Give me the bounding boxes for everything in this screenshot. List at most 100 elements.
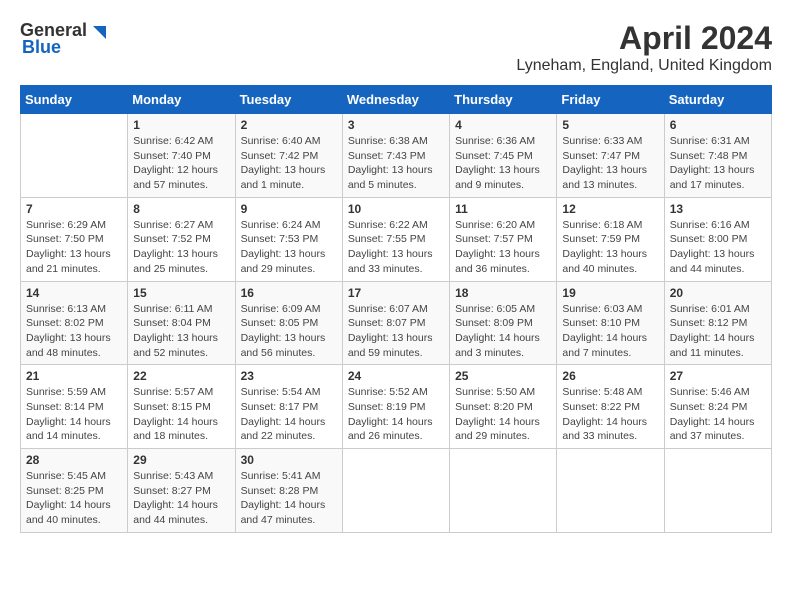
- day-number: 14: [26, 286, 122, 300]
- calendar-day-cell: 8 Sunrise: 6:27 AM Sunset: 7:52 PM Daylig…: [128, 197, 235, 281]
- calendar-day-cell: 25Sunrise: 5:50 AM Sunset: 8:20 PM Dayli…: [450, 365, 557, 449]
- calendar-week-row: 21 Sunrise: 5:59 AM Sunset: 8:14 PM Dayli…: [21, 365, 772, 449]
- day-number: 22: [133, 369, 229, 383]
- calendar-day-cell: 9 Sunrise: 6:24 AM Sunset: 7:53 PM Daylig…: [235, 197, 342, 281]
- day-number: 28: [26, 453, 122, 467]
- calendar-day-cell: [21, 114, 128, 198]
- title-area: April 2024 Lyneham, England, United King…: [516, 20, 772, 75]
- day-info: Sunrise: 6:20 AM Sunset: 7:57 PM Dayligh…: [455, 218, 551, 277]
- day-number: 7: [26, 202, 122, 216]
- calendar-day-cell: 18 Sunrise: 6:05 AM Sunset: 8:09 PM Dayli…: [450, 281, 557, 365]
- location-title: Lyneham, England, United Kingdom: [516, 57, 772, 75]
- calendar-day-cell: 20Sunrise: 6:01 AM Sunset: 8:12 PM Dayli…: [664, 281, 771, 365]
- calendar-day-cell: 28 Sunrise: 5:45 AM Sunset: 8:25 PM Dayli…: [21, 449, 128, 533]
- calendar-header-cell: Thursday: [450, 86, 557, 114]
- day-info: Sunrise: 6:09 AM Sunset: 8:05 PM Dayligh…: [241, 302, 337, 361]
- day-info: Sunrise: 6:42 AM Sunset: 7:40 PM Dayligh…: [133, 134, 229, 193]
- calendar-header-cell: Sunday: [21, 86, 128, 114]
- calendar-day-cell: 21 Sunrise: 5:59 AM Sunset: 8:14 PM Dayli…: [21, 365, 128, 449]
- calendar-day-cell: [557, 449, 664, 533]
- day-info: Sunrise: 6:31 AM Sunset: 7:48 PM Dayligh…: [670, 134, 766, 193]
- calendar-week-row: 7 Sunrise: 6:29 AM Sunset: 7:50 PM Daylig…: [21, 197, 772, 281]
- calendar-day-cell: 24 Sunrise: 5:52 AM Sunset: 8:19 PM Dayli…: [342, 365, 449, 449]
- day-number: 12: [562, 202, 658, 216]
- calendar-day-cell: 17Sunrise: 6:07 AM Sunset: 8:07 PM Dayli…: [342, 281, 449, 365]
- day-number: 8: [133, 202, 229, 216]
- logo-triangle-icon: [88, 22, 106, 40]
- day-info: Sunrise: 6:33 AM Sunset: 7:47 PM Dayligh…: [562, 134, 658, 193]
- calendar-header-cell: Monday: [128, 86, 235, 114]
- day-info: Sunrise: 6:07 AM Sunset: 8:07 PM Dayligh…: [348, 302, 444, 361]
- calendar-day-cell: 19 Sunrise: 6:03 AM Sunset: 8:10 PM Dayli…: [557, 281, 664, 365]
- calendar-day-cell: 4Sunrise: 6:36 AM Sunset: 7:45 PM Daylig…: [450, 114, 557, 198]
- calendar-day-cell: 29 Sunrise: 5:43 AM Sunset: 8:27 PM Dayli…: [128, 449, 235, 533]
- calendar-day-cell: 5 Sunrise: 6:33 AM Sunset: 7:47 PM Daylig…: [557, 114, 664, 198]
- day-number: 26: [562, 369, 658, 383]
- day-number: 16: [241, 286, 337, 300]
- calendar-header-cell: Wednesday: [342, 86, 449, 114]
- day-number: 18: [455, 286, 551, 300]
- day-info: Sunrise: 5:50 AM Sunset: 8:20 PM Dayligh…: [455, 385, 551, 444]
- day-info: Sunrise: 6:05 AM Sunset: 8:09 PM Dayligh…: [455, 302, 551, 361]
- day-number: 23: [241, 369, 337, 383]
- day-info: Sunrise: 5:41 AM Sunset: 8:28 PM Dayligh…: [241, 469, 337, 528]
- calendar-day-cell: 22 Sunrise: 5:57 AM Sunset: 8:15 PM Dayli…: [128, 365, 235, 449]
- day-info: Sunrise: 5:43 AM Sunset: 8:27 PM Dayligh…: [133, 469, 229, 528]
- day-number: 19: [562, 286, 658, 300]
- day-number: 1: [133, 118, 229, 132]
- calendar-day-cell: 30Sunrise: 5:41 AM Sunset: 8:28 PM Dayli…: [235, 449, 342, 533]
- day-number: 10: [348, 202, 444, 216]
- day-info: Sunrise: 6:29 AM Sunset: 7:50 PM Dayligh…: [26, 218, 122, 277]
- day-info: Sunrise: 5:45 AM Sunset: 8:25 PM Dayligh…: [26, 469, 122, 528]
- calendar-header-row: SundayMondayTuesdayWednesdayThursdayFrid…: [21, 86, 772, 114]
- day-info: Sunrise: 6:22 AM Sunset: 7:55 PM Dayligh…: [348, 218, 444, 277]
- calendar-day-cell: 1 Sunrise: 6:42 AM Sunset: 7:40 PM Daylig…: [128, 114, 235, 198]
- day-info: Sunrise: 5:59 AM Sunset: 8:14 PM Dayligh…: [26, 385, 122, 444]
- day-number: 15: [133, 286, 229, 300]
- calendar-day-cell: [450, 449, 557, 533]
- day-number: 5: [562, 118, 658, 132]
- calendar-day-cell: 26Sunrise: 5:48 AM Sunset: 8:22 PM Dayli…: [557, 365, 664, 449]
- calendar-day-cell: [664, 449, 771, 533]
- calendar-day-cell: 6Sunrise: 6:31 AM Sunset: 7:48 PM Daylig…: [664, 114, 771, 198]
- day-number: 24: [348, 369, 444, 383]
- day-number: 3: [348, 118, 444, 132]
- calendar-week-row: 1 Sunrise: 6:42 AM Sunset: 7:40 PM Daylig…: [21, 114, 772, 198]
- day-number: 9: [241, 202, 337, 216]
- day-info: Sunrise: 6:16 AM Sunset: 8:00 PM Dayligh…: [670, 218, 766, 277]
- calendar-header-cell: Friday: [557, 86, 664, 114]
- calendar-week-row: 14 Sunrise: 6:13 AM Sunset: 8:02 PM Dayli…: [21, 281, 772, 365]
- calendar-day-cell: 16 Sunrise: 6:09 AM Sunset: 8:05 PM Dayli…: [235, 281, 342, 365]
- day-info: Sunrise: 6:13 AM Sunset: 8:02 PM Dayligh…: [26, 302, 122, 361]
- day-number: 2: [241, 118, 337, 132]
- calendar-header-cell: Tuesday: [235, 86, 342, 114]
- calendar-day-cell: 27 Sunrise: 5:46 AM Sunset: 8:24 PM Dayli…: [664, 365, 771, 449]
- calendar-day-cell: [342, 449, 449, 533]
- calendar-day-cell: 11 Sunrise: 6:20 AM Sunset: 7:57 PM Dayli…: [450, 197, 557, 281]
- day-info: Sunrise: 6:36 AM Sunset: 7:45 PM Dayligh…: [455, 134, 551, 193]
- day-info: Sunrise: 5:57 AM Sunset: 8:15 PM Dayligh…: [133, 385, 229, 444]
- day-info: Sunrise: 6:27 AM Sunset: 7:52 PM Dayligh…: [133, 218, 229, 277]
- day-info: Sunrise: 5:52 AM Sunset: 8:19 PM Dayligh…: [348, 385, 444, 444]
- calendar-header-cell: Saturday: [664, 86, 771, 114]
- calendar-day-cell: 23 Sunrise: 5:54 AM Sunset: 8:17 PM Dayli…: [235, 365, 342, 449]
- day-number: 29: [133, 453, 229, 467]
- day-info: Sunrise: 6:11 AM Sunset: 8:04 PM Dayligh…: [133, 302, 229, 361]
- calendar-day-cell: 15 Sunrise: 6:11 AM Sunset: 8:04 PM Dayli…: [128, 281, 235, 365]
- calendar-day-cell: 3Sunrise: 6:38 AM Sunset: 7:43 PM Daylig…: [342, 114, 449, 198]
- day-number: 13: [670, 202, 766, 216]
- logo: General Blue: [20, 20, 106, 58]
- day-number: 21: [26, 369, 122, 383]
- month-title: April 2024: [516, 20, 772, 57]
- calendar-day-cell: 2 Sunrise: 6:40 AM Sunset: 7:42 PM Daylig…: [235, 114, 342, 198]
- day-info: Sunrise: 6:24 AM Sunset: 7:53 PM Dayligh…: [241, 218, 337, 277]
- calendar-day-cell: 12Sunrise: 6:18 AM Sunset: 7:59 PM Dayli…: [557, 197, 664, 281]
- calendar-week-row: 28 Sunrise: 5:45 AM Sunset: 8:25 PM Dayli…: [21, 449, 772, 533]
- calendar: SundayMondayTuesdayWednesdayThursdayFrid…: [20, 85, 772, 533]
- day-number: 11: [455, 202, 551, 216]
- day-number: 27: [670, 369, 766, 383]
- day-info: Sunrise: 6:03 AM Sunset: 8:10 PM Dayligh…: [562, 302, 658, 361]
- day-info: Sunrise: 5:54 AM Sunset: 8:17 PM Dayligh…: [241, 385, 337, 444]
- day-info: Sunrise: 5:46 AM Sunset: 8:24 PM Dayligh…: [670, 385, 766, 444]
- day-info: Sunrise: 6:40 AM Sunset: 7:42 PM Dayligh…: [241, 134, 337, 193]
